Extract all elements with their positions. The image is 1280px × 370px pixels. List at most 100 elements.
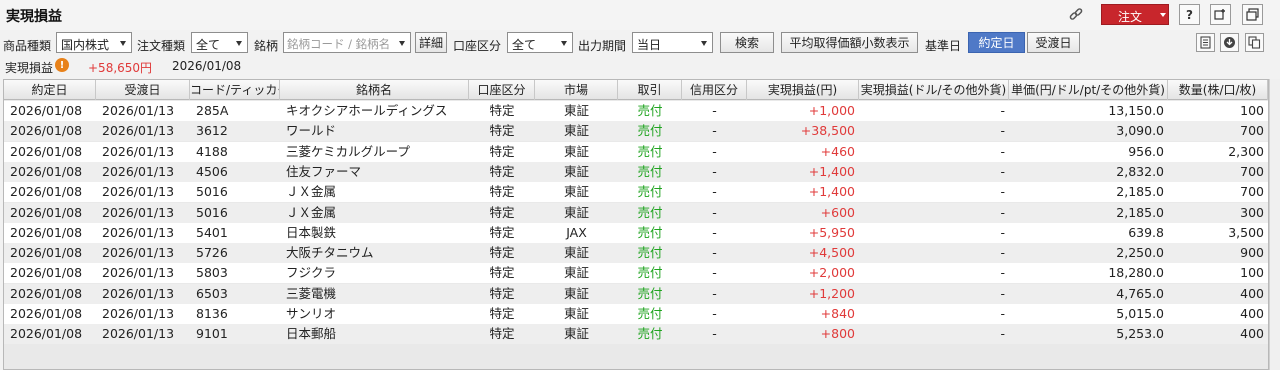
cell-unit-price: 5,253.0 [1116, 326, 1164, 342]
order-button[interactable]: 注文 [1101, 4, 1169, 25]
table-row[interactable]: 2026/01/08 2026/01/13 5016 ＪＸ金属 特定 東証 売付 - +1,40… [4, 182, 1268, 203]
cell-pl-jpy: +5,950 [808, 224, 855, 240]
vertical-scrollbar[interactable] [1269, 79, 1280, 370]
cell-margin: - [712, 306, 717, 321]
help-button[interactable]: ? [1179, 4, 1200, 25]
column-header-settle-date[interactable]: 受渡日 [96, 80, 190, 100]
cell-trade-date: 2026/01/08 [10, 224, 83, 240]
copy-icon [1248, 36, 1261, 49]
cell-trade: 売付 [637, 265, 663, 281]
table-row[interactable]: 2026/01/08 2026/01/13 5803 フジクラ 特定 東証 売付 - +2,00… [4, 263, 1268, 284]
cell-margin: - [712, 184, 717, 200]
table-row[interactable]: 2026/01/08 2026/01/13 5016 ＪＸ金属 特定 東証 売付 - +600 -… [4, 202, 1268, 223]
cell-pl-foreign: - [1000, 224, 1005, 240]
cell-name: 三菱ケミカルグループ [286, 143, 410, 159]
settle-date-toggle[interactable]: 受渡日 [1027, 32, 1080, 53]
cell-trade-date: 2026/01/08 [10, 326, 83, 342]
table-row[interactable]: 2026/01/08 2026/01/13 9101 日本郵船 特定 東証 売付 - +800 -… [4, 324, 1268, 345]
column-header-pl-foreign[interactable]: 実現損益(ドル/その他外貨) [859, 80, 1009, 100]
product-type-select[interactable]: 国内株式 [56, 32, 132, 53]
cell-pl-jpy: +38,500 [800, 123, 855, 139]
order-type-label: 注文種類 [137, 39, 186, 53]
order-type-select[interactable]: 全て [191, 32, 248, 53]
cell-account: 特定 [489, 143, 515, 159]
cell-trade-date: 2026/01/08 [10, 123, 83, 139]
period-select[interactable]: 当日 [632, 32, 713, 53]
table-row[interactable]: 2026/01/08 2026/01/13 5401 日本製鉄 特定 JAX 売付 - +5,9… [4, 222, 1268, 243]
column-header-trade[interactable]: 取引 [618, 80, 682, 100]
detach-window-button[interactable] [1210, 4, 1231, 25]
cell-pl-foreign: - [1000, 265, 1005, 281]
chevron-down-icon [120, 41, 126, 46]
cell-quantity: 700 [1240, 123, 1264, 139]
column-header-quantity[interactable]: 数量(株/口/枚) [1168, 80, 1268, 100]
column-header-name[interactable]: 銘柄名 [280, 80, 469, 100]
print-button[interactable] [1196, 33, 1215, 52]
cell-unit-price: 2,185.0 [1116, 184, 1164, 200]
cell-quantity: 2,300 [1228, 143, 1264, 159]
account-select[interactable]: 全て [507, 32, 573, 53]
cell-trade: 売付 [637, 204, 663, 220]
column-header-code[interactable]: コード/ティッカー [190, 80, 280, 100]
detail-button[interactable]: 詳細 [415, 32, 447, 53]
account-label: 口座区分 [453, 39, 502, 53]
table-row[interactable]: 2026/01/08 2026/01/13 3612 ワールド 特定 東証 売付 - +38,5… [4, 121, 1268, 142]
cell-market: 東証 [563, 204, 589, 220]
cell-trade: 売付 [637, 143, 663, 159]
cell-account: 特定 [489, 103, 515, 118]
column-header-market[interactable]: 市場 [535, 80, 618, 100]
cell-pl-foreign: - [1000, 285, 1005, 301]
cell-unit-price: 2,832.0 [1116, 163, 1164, 179]
search-button[interactable]: 検索 [720, 32, 774, 53]
symbol-label: 銘柄 [254, 39, 279, 53]
trade-date-toggle[interactable]: 約定日 [968, 32, 1025, 53]
column-header-margin[interactable]: 信用区分 [682, 80, 747, 100]
detach-window-icon [1214, 9, 1225, 20]
column-header-unit-price[interactable]: 単価(円/ドル/pt/その他外貨) [1009, 80, 1168, 100]
cell-account: 特定 [489, 326, 515, 342]
cell-trade-date: 2026/01/08 [10, 204, 83, 220]
column-header-trade-date[interactable]: 約定日 [4, 80, 96, 100]
avg-price-decimal-button[interactable]: 平均取得価額小数表示 [781, 32, 918, 53]
cell-trade-date: 2026/01/08 [10, 306, 83, 321]
cell-unit-price: 3,090.0 [1116, 123, 1164, 139]
cell-market: 東証 [563, 123, 589, 139]
cell-code: 5726 [196, 245, 228, 261]
download-icon [1224, 37, 1235, 48]
cell-name: 日本郵船 [286, 326, 337, 342]
table-row[interactable]: 2026/01/08 2026/01/13 285A キオクシアホールディングス 特定 東… [4, 101, 1268, 121]
download-button[interactable] [1220, 33, 1239, 52]
table-row[interactable]: 2026/01/08 2026/01/13 8136 サンリオ 特定 東証 売付 - +840 -… [4, 304, 1268, 324]
chevron-down-icon [1160, 13, 1166, 17]
cell-settle-date: 2026/01/13 [102, 143, 175, 159]
cell-account: 特定 [489, 306, 515, 321]
cell-trade-date: 2026/01/08 [10, 103, 83, 118]
cell-pl-foreign: - [1000, 326, 1005, 342]
cell-market: 東証 [563, 103, 589, 118]
column-header-pl-jpy[interactable]: 実現損益(円) [747, 80, 859, 100]
warning-icon[interactable]: ! [55, 58, 69, 72]
cell-name: キオクシアホールディングス [286, 103, 448, 118]
copy-button[interactable] [1245, 33, 1264, 52]
cell-pl-jpy: +840 [820, 306, 855, 321]
cell-margin: - [712, 224, 717, 240]
cell-unit-price: 2,250.0 [1116, 245, 1164, 261]
cell-code: 285A [196, 103, 229, 118]
symbol-input[interactable]: 銘柄コード / 銘柄名 [283, 32, 411, 53]
cell-code: 5803 [196, 265, 228, 281]
column-header-account[interactable]: 口座区分 [469, 80, 535, 100]
cell-pl-jpy: +4,500 [808, 245, 855, 261]
table-row[interactable]: 2026/01/08 2026/01/13 5726 大阪チタニウム 特定 東証 売付 - +4… [4, 243, 1268, 264]
cell-pl-foreign: - [1000, 123, 1005, 139]
cell-margin: - [712, 245, 717, 261]
cell-margin: - [712, 163, 717, 179]
table-row[interactable]: 2026/01/08 2026/01/13 6503 三菱電機 特定 東証 売付 - +1,20… [4, 283, 1268, 304]
cell-pl-jpy: +1,000 [808, 103, 855, 118]
table-row[interactable]: 2026/01/08 2026/01/13 4188 三菱ケミカルグループ 特定 東証 売付… [4, 141, 1268, 162]
settle-date-toggle-label: 受渡日 [1035, 36, 1072, 50]
table-row[interactable]: 2026/01/08 2026/01/13 4506 住友ファーマ 特定 東証 売付 - +1,… [4, 161, 1268, 182]
new-window-button[interactable] [1242, 4, 1263, 25]
cell-settle-date: 2026/01/13 [102, 245, 175, 261]
link-icon[interactable] [1067, 6, 1085, 24]
cell-name: ＪＸ金属 [286, 204, 337, 220]
